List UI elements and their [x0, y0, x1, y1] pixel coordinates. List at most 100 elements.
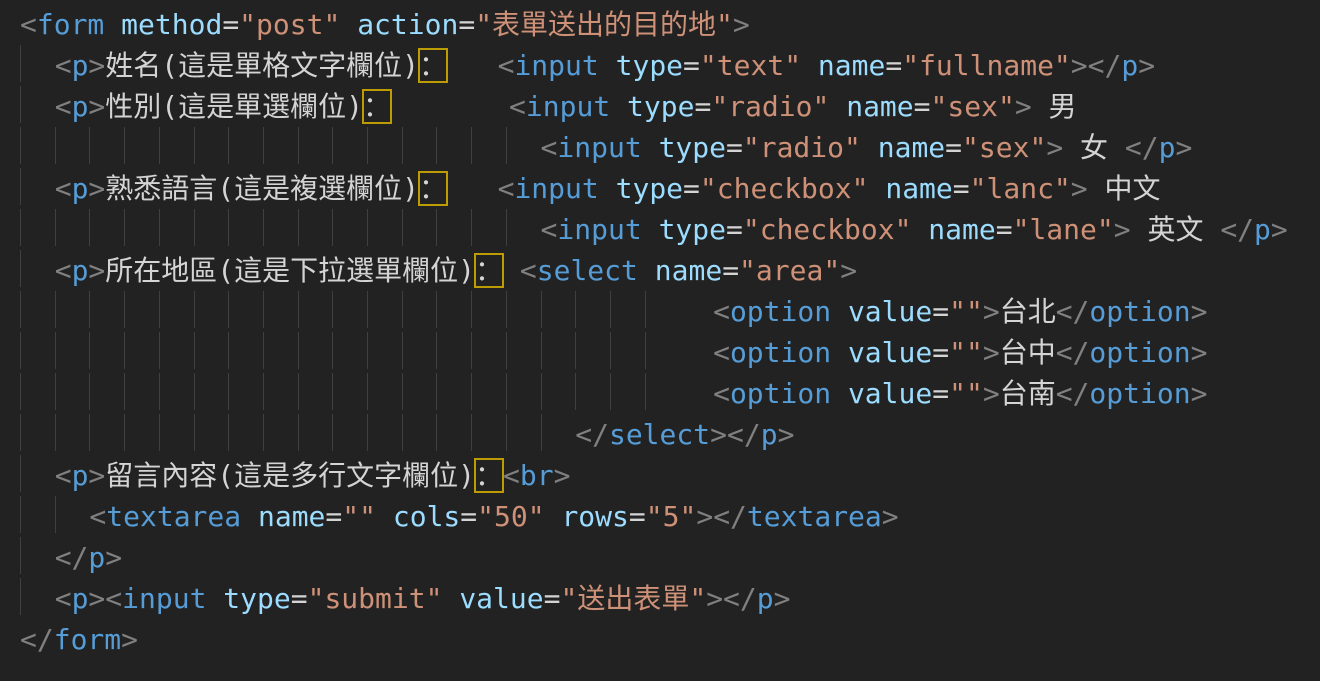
code-line: <p>性別(這是單選欄位)： <input type="radio" name=… — [20, 86, 1320, 127]
indent-guide — [159, 332, 194, 369]
indent-guide — [436, 127, 471, 164]
indent-guide — [228, 332, 263, 369]
indent-guide — [298, 373, 333, 410]
indent-guide — [471, 414, 506, 451]
indent-guide — [506, 209, 541, 246]
indent-guide — [228, 414, 263, 451]
code-line: </form> — [20, 619, 1320, 660]
indent-guide — [194, 127, 229, 164]
indent-guide — [263, 373, 298, 410]
indent-guide — [159, 209, 194, 246]
indent-guide — [402, 127, 437, 164]
indent-guide — [332, 209, 367, 246]
indent-guide — [541, 291, 576, 328]
indent-guide — [20, 332, 55, 369]
indent-guide — [298, 414, 333, 451]
indent-guide — [55, 414, 90, 451]
indent-guide — [436, 209, 471, 246]
indent-guide — [436, 332, 471, 369]
indent-guide — [367, 127, 402, 164]
indent-guide — [645, 291, 680, 328]
indent-guide — [263, 209, 298, 246]
indent-guide — [471, 373, 506, 410]
indent-guide — [20, 414, 55, 451]
indent-guide — [20, 209, 55, 246]
indent-guide — [194, 332, 229, 369]
indent-guide — [645, 332, 680, 369]
indent-guide — [228, 209, 263, 246]
indent-guide — [332, 332, 367, 369]
indent-guide — [20, 168, 55, 205]
indent-guide — [159, 291, 194, 328]
code-line: <p>姓名(這是單格文字欄位)： <input type="text" name… — [20, 45, 1320, 86]
indent-guide — [159, 373, 194, 410]
indent-guide — [89, 373, 124, 410]
code-editor[interactable]: <form method="post" action="表單送出的目的地"><p… — [0, 0, 1320, 681]
indent-guide — [402, 373, 437, 410]
code-line: <input type="checkbox" name="lane"> 英文 <… — [20, 209, 1320, 250]
indent-guide — [471, 127, 506, 164]
indent-guide — [20, 537, 55, 574]
indent-guide — [471, 209, 506, 246]
indent-guide — [645, 373, 680, 410]
unicode-highlight-box: ： — [475, 459, 503, 492]
code-line: <option value="">台中</option> — [20, 332, 1320, 373]
indent-guide — [263, 127, 298, 164]
code-line: <option value="">台南</option> — [20, 373, 1320, 414]
indent-guide — [124, 291, 159, 328]
indent-guide — [332, 373, 367, 410]
indent-guide — [194, 373, 229, 410]
code-line: <textarea name="" cols="50" rows="5"></t… — [20, 496, 1320, 537]
indent-guide — [228, 373, 263, 410]
indent-guide — [367, 209, 402, 246]
unicode-highlight-box: ： — [363, 90, 391, 123]
indent-guide — [506, 127, 541, 164]
indent-guide — [263, 414, 298, 451]
indent-guide — [55, 127, 90, 164]
indent-guide — [124, 373, 159, 410]
code-line: </p> — [20, 537, 1320, 578]
indent-guide — [575, 291, 610, 328]
indent-guide — [367, 332, 402, 369]
indent-guide — [89, 332, 124, 369]
indent-guide — [367, 373, 402, 410]
indent-guide — [506, 414, 541, 451]
indent-guide — [298, 127, 333, 164]
indent-guide — [610, 373, 645, 410]
indent-guide — [20, 45, 55, 82]
indent-guide — [436, 373, 471, 410]
indent-guide — [471, 332, 506, 369]
indent-guide — [20, 250, 55, 287]
indent-guide — [20, 86, 55, 123]
indent-guide — [575, 332, 610, 369]
indent-guide — [89, 127, 124, 164]
indent-guide — [55, 209, 90, 246]
indent-guide — [436, 414, 471, 451]
indent-guide — [541, 332, 576, 369]
indent-guide — [332, 291, 367, 328]
indent-guide — [506, 373, 541, 410]
indent-guide — [124, 414, 159, 451]
indent-guide — [402, 209, 437, 246]
code-line: <p>熟悉語言(這是複選欄位)： <input type="checkbox" … — [20, 168, 1320, 209]
indent-guide — [20, 455, 55, 492]
code-line: </select></p> — [20, 414, 1320, 455]
indent-guide — [436, 291, 471, 328]
code-line: <input type="radio" name="sex"> 女 </p> — [20, 127, 1320, 168]
indent-guide — [541, 414, 576, 451]
indent-guide — [298, 291, 333, 328]
indent-guide — [298, 209, 333, 246]
indent-guide — [194, 414, 229, 451]
indent-guide — [55, 291, 90, 328]
indent-guide — [89, 209, 124, 246]
code-line: <p><input type="submit" value="送出表單"></p… — [20, 578, 1320, 619]
indent-guide — [298, 332, 333, 369]
indent-guide — [159, 414, 194, 451]
indent-guide — [20, 373, 55, 410]
indent-guide — [402, 332, 437, 369]
code-line: <option value="">台北</option> — [20, 291, 1320, 332]
indent-guide — [20, 496, 55, 533]
unicode-highlight-box: ： — [475, 254, 503, 287]
code-line: <p>留言內容(這是多行文字欄位)：<br> — [20, 455, 1320, 496]
indent-guide — [124, 332, 159, 369]
